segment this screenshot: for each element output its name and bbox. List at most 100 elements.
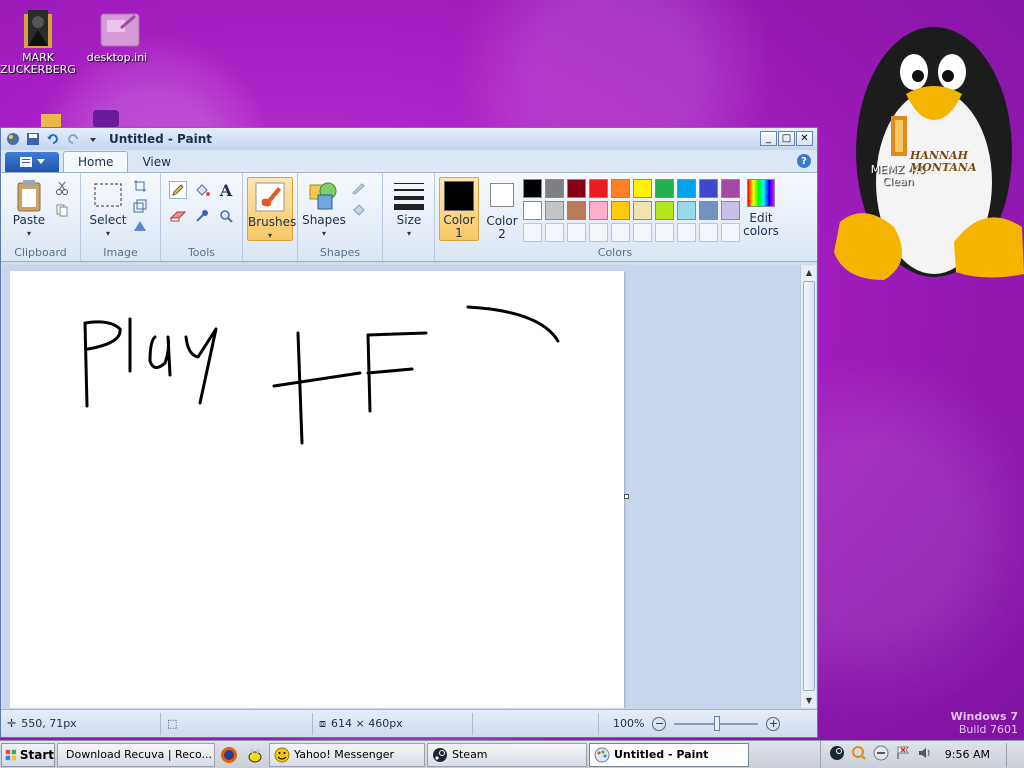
color-swatch[interactable]	[655, 201, 674, 220]
copy-icon[interactable]	[53, 201, 71, 219]
taskbar-item-recuva[interactable]: Download Recuva | Reco...	[57, 742, 215, 767]
flag-tray-icon[interactable]	[895, 745, 911, 764]
color-swatch[interactable]	[589, 201, 608, 220]
minus-tray-icon[interactable]	[873, 745, 889, 764]
canvas-resize-handle[interactable]	[624, 494, 629, 499]
fill-icon[interactable]	[193, 181, 211, 199]
taskbar-item-steam[interactable]: Steam	[427, 742, 587, 767]
edit-colors-label: Edit colors	[743, 211, 779, 238]
tab-home[interactable]: Home	[63, 151, 129, 172]
custom-color-slot[interactable]	[611, 223, 630, 242]
customize-toolbar-icon[interactable]	[85, 131, 101, 147]
help-icon[interactable]: ?	[797, 154, 811, 168]
color2-button[interactable]: Color 2	[483, 179, 521, 241]
color-swatch[interactable]	[699, 179, 718, 198]
eraser-icon[interactable]	[169, 207, 187, 225]
tab-view[interactable]: View	[128, 151, 184, 172]
save-icon[interactable]	[25, 131, 41, 147]
custom-color-slot[interactable]	[677, 223, 696, 242]
brushes-button[interactable]: Brushes ▾	[247, 177, 296, 241]
color-swatch[interactable]	[721, 201, 740, 220]
undo-icon[interactable]	[45, 131, 61, 147]
custom-color-slot[interactable]	[633, 223, 652, 242]
close-button[interactable]: ✕	[796, 131, 813, 146]
group-label-tools: Tools	[187, 246, 216, 259]
custom-color-slot[interactable]	[567, 223, 586, 242]
resize-icon[interactable]	[131, 197, 149, 215]
volume-icon[interactable]	[917, 745, 933, 764]
zoom-slider[interactable]	[674, 715, 759, 731]
pencil-icon[interactable]	[169, 181, 187, 199]
desktop-icon-label: MARK ZUCKERBERG	[0, 51, 76, 76]
color-swatch[interactable]	[677, 179, 696, 198]
vertical-scrollbar[interactable]: ▲ ▼	[800, 265, 816, 708]
paste-label: Paste	[12, 213, 46, 227]
color-swatch[interactable]	[589, 179, 608, 198]
title-bar[interactable]: Untitled - Paint _ □ ✕	[1, 128, 817, 150]
select-button[interactable]: Select ▾	[87, 179, 129, 240]
minimize-button[interactable]: _	[760, 131, 777, 146]
color1-button[interactable]: Color 1	[439, 177, 479, 241]
zoom-in-button[interactable]: +	[766, 716, 781, 731]
color-swatch[interactable]	[633, 201, 652, 220]
custom-color-slot[interactable]	[721, 223, 740, 242]
start-button[interactable]: Start	[1, 742, 55, 767]
custom-color-slot[interactable]	[655, 223, 674, 242]
shapes-icon	[308, 179, 340, 211]
paint-app-icon[interactable]	[5, 131, 21, 147]
edit-colors-button[interactable]: Edit colors	[739, 179, 783, 238]
scroll-up-icon[interactable]: ▲	[801, 265, 817, 280]
redo-icon[interactable]	[65, 131, 81, 147]
text-icon[interactable]: A	[217, 181, 235, 200]
color-swatch[interactable]	[611, 179, 630, 198]
taskbar-item-label: Download Recuva | Reco...	[66, 748, 213, 761]
color-swatch[interactable]	[721, 179, 740, 198]
bee-app-icon[interactable]	[243, 743, 267, 767]
clock[interactable]: 9:56 AM	[945, 748, 990, 761]
color-swatch[interactable]	[567, 201, 586, 220]
desktop-icon-desktop-ini[interactable]: desktop.ini	[79, 8, 155, 64]
group-image: Select ▾ Image	[81, 173, 161, 261]
steam-tray-icon[interactable]	[829, 745, 845, 764]
show-desktop-button[interactable]	[1006, 742, 1016, 767]
ini-file-icon	[97, 8, 140, 48]
custom-color-slot[interactable]	[589, 223, 608, 242]
fill-shape-icon[interactable]	[350, 201, 368, 219]
shapes-button[interactable]: Shapes ▾	[302, 179, 346, 240]
hannah-montana-logo: HANNAH MONTANA	[910, 149, 977, 174]
color-swatch[interactable]	[655, 179, 674, 198]
rotate-icon[interactable]	[131, 217, 149, 235]
custom-color-slot[interactable]	[523, 223, 542, 242]
outline-icon[interactable]	[350, 179, 368, 197]
color-swatch[interactable]	[523, 179, 542, 198]
zoom-slider-thumb[interactable]	[714, 715, 721, 731]
zoom-out-button[interactable]: −	[652, 716, 667, 731]
custom-color-slot[interactable]	[699, 223, 718, 242]
maximize-button[interactable]: □	[778, 131, 795, 146]
taskbar-item-yahoo-messenger[interactable]: Yahoo! Messenger	[269, 742, 425, 767]
color-swatch[interactable]	[699, 201, 718, 220]
color-swatch[interactable]	[523, 201, 542, 220]
custom-color-slot[interactable]	[545, 223, 564, 242]
paste-button[interactable]: Paste ▾	[9, 179, 49, 240]
desktop-icon-mark-zuckerberg[interactable]: MARK ZUCKERBERG	[0, 8, 76, 76]
crop-icon[interactable]	[131, 177, 149, 195]
scroll-down-icon[interactable]: ▼	[801, 693, 817, 708]
status-selection-size: ⬚	[161, 712, 313, 735]
color-swatch[interactable]	[545, 179, 564, 198]
color-swatch[interactable]	[633, 179, 652, 198]
color-swatch[interactable]	[567, 179, 586, 198]
color-swatch[interactable]	[677, 201, 696, 220]
color-swatch[interactable]	[611, 201, 630, 220]
scroll-thumb[interactable]	[803, 281, 815, 691]
magnifier-icon[interactable]	[217, 207, 235, 225]
cut-icon[interactable]	[53, 179, 71, 197]
taskbar-item-paint[interactable]: Untitled - Paint	[589, 742, 749, 767]
color-swatch[interactable]	[545, 201, 564, 220]
firefox-icon[interactable]	[217, 743, 241, 767]
color-picker-icon[interactable]	[193, 207, 211, 225]
drawing-canvas[interactable]	[10, 271, 624, 708]
paint-menu-button[interactable]	[5, 152, 59, 172]
search-tray-icon[interactable]	[851, 745, 867, 764]
size-button[interactable]: Size ▾	[389, 179, 429, 240]
